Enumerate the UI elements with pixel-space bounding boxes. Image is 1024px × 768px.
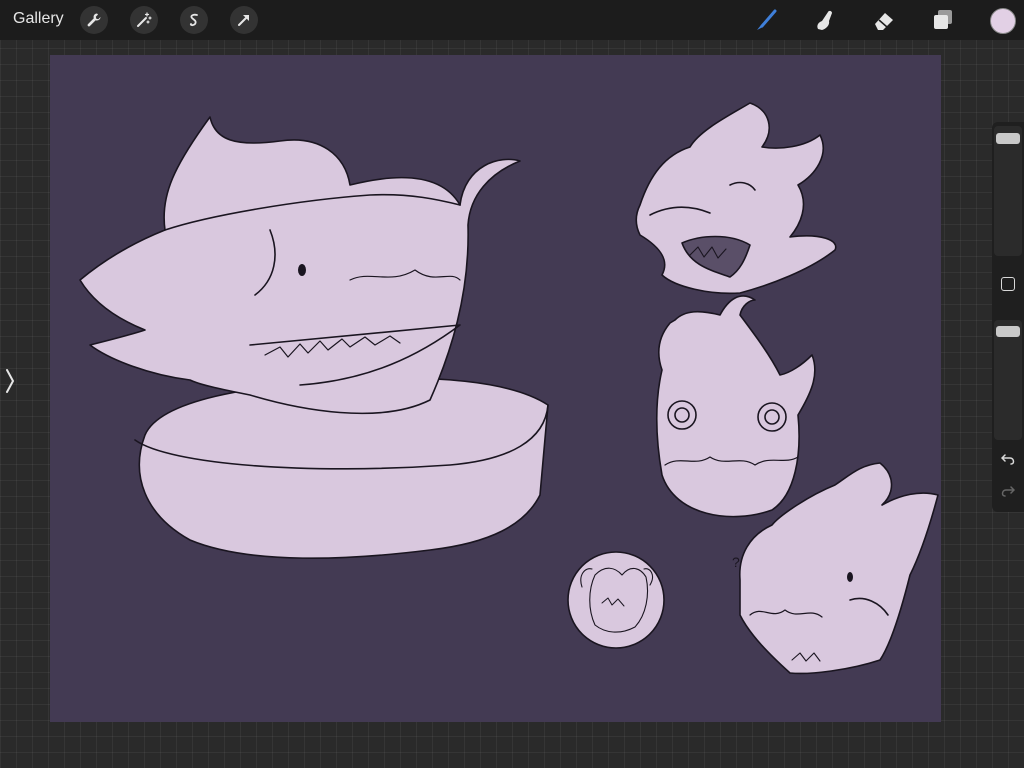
modify-button[interactable] <box>1001 277 1015 291</box>
undo-button[interactable] <box>998 452 1018 472</box>
eraser-icon <box>875 13 893 30</box>
undo-icon <box>1000 454 1015 465</box>
brush-size-thumb[interactable] <box>996 132 1020 144</box>
eraser-tool[interactable] <box>869 5 899 35</box>
layers-button[interactable] <box>928 5 958 35</box>
brush-tool[interactable] <box>751 5 781 35</box>
redo-icon <box>1001 486 1016 497</box>
sidebar-toggle[interactable] <box>2 366 18 402</box>
drawing-canvas[interactable]: ? <box>50 55 941 722</box>
selection-button[interactable] <box>180 6 208 34</box>
magic-wand-icon <box>137 12 152 27</box>
brush-sidebar <box>992 122 1024 512</box>
smudge-icon <box>817 10 832 30</box>
selection-icon <box>189 13 198 27</box>
brush-size-slider[interactable] <box>994 126 1022 256</box>
brush-icon <box>757 9 777 30</box>
sketch-question-mark: ? <box>732 554 740 570</box>
transform-arrow-icon <box>238 15 249 26</box>
top-toolbar: Gallery <box>0 0 1024 40</box>
layers-icon <box>934 10 952 29</box>
transform-button[interactable] <box>230 6 258 34</box>
redo-button[interactable] <box>998 484 1018 504</box>
chevron-right-icon <box>6 369 15 393</box>
color-picker-swatch[interactable] <box>990 8 1016 34</box>
smudge-tool[interactable] <box>810 5 840 35</box>
gallery-button[interactable]: Gallery <box>13 10 64 28</box>
wrench-icon <box>87 13 101 27</box>
actions-button[interactable] <box>80 6 108 34</box>
adjustments-button[interactable] <box>130 6 158 34</box>
opacity-slider[interactable] <box>994 320 1022 440</box>
opacity-thumb[interactable] <box>996 326 1020 337</box>
sketch-artwork: ? <box>50 55 941 722</box>
